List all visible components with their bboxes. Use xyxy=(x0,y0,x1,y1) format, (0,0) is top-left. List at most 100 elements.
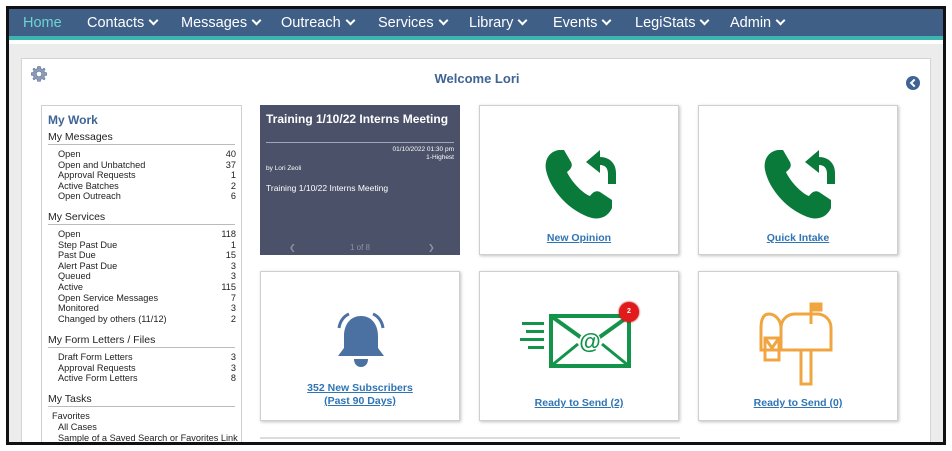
favorites-label: Favorites xyxy=(52,411,90,421)
list-item[interactable]: Active Batches 2 xyxy=(58,181,236,192)
list-item[interactable]: Changed by others (11/12) 2 xyxy=(58,314,236,325)
list-item-label: Active Form Letters xyxy=(58,373,138,384)
ready-to-send-email-link[interactable]: Ready to Send (2) xyxy=(480,397,678,409)
list-item-label: Open xyxy=(58,229,81,239)
list-item-label: Step Past Due xyxy=(58,239,118,250)
list-item[interactable]: Active Form Letters 8 xyxy=(58,373,236,384)
nav-messages[interactable]: Messages xyxy=(181,9,262,40)
chevron-down-icon xyxy=(700,15,710,26)
nav-outreach[interactable]: Outreach xyxy=(281,9,356,40)
phone-callback-icon xyxy=(764,150,835,219)
list-item-label: Alert Past Due xyxy=(58,260,118,271)
list-item-label: Approval Requests xyxy=(58,170,136,181)
list-item-count: 2 xyxy=(230,313,236,324)
list-item-count: 115 xyxy=(221,282,236,292)
new-opinion-link[interactable]: New Opinion xyxy=(480,232,678,244)
list-item[interactable]: Approval Requests 3 xyxy=(58,363,236,374)
ready-to-send-mail-tile[interactable]: Ready to Send (0) xyxy=(698,271,898,421)
list-item[interactable]: Open Outreach 6 xyxy=(58,191,236,202)
subscribers-link[interactable]: 352 New Subscribers xyxy=(261,382,459,394)
list-item-count: 118 xyxy=(221,229,236,239)
phone-callback-icon xyxy=(545,150,616,219)
list-item-label: Active Batches xyxy=(58,180,119,191)
notification-badge: 2 xyxy=(619,302,639,322)
list-item-count: 15 xyxy=(225,250,236,261)
nav-home-label: Home xyxy=(23,15,62,31)
nav-home[interactable]: Home xyxy=(23,9,62,40)
list-item-label: Open Service Messages xyxy=(58,292,159,303)
list-item-count: 1 xyxy=(230,239,236,250)
nav-legistats-label: LegiStats xyxy=(635,15,696,31)
nav-contacts-label: Contacts xyxy=(87,15,145,31)
chevron-down-icon xyxy=(601,15,612,26)
chevron-down-icon xyxy=(517,15,528,26)
nav-events[interactable]: Events xyxy=(553,9,612,40)
favorite-link[interactable]: All Cases xyxy=(58,422,97,432)
list-item[interactable]: Step Past Due 1 xyxy=(58,240,236,251)
mailbox-icon xyxy=(759,302,833,386)
list-item-label: Changed by others (11/12) xyxy=(58,313,167,324)
list-item-label: Open Outreach xyxy=(58,191,121,202)
nav-library[interactable]: Library xyxy=(469,9,528,40)
nav-outreach-label: Outreach xyxy=(281,15,341,31)
nav-legistats[interactable]: LegiStats xyxy=(635,9,710,40)
quick-intake-tile[interactable]: Quick Intake xyxy=(698,105,898,255)
list-item[interactable]: Open 118 xyxy=(58,229,236,240)
svg-text:@: @ xyxy=(579,329,600,354)
app-window: Home Contacts Messages Outreach Services… xyxy=(6,6,946,445)
list-item-count: 1 xyxy=(230,170,236,181)
list-item-label: Queued xyxy=(58,271,91,282)
my-work-panel: My Work My Messages Open 40 Open and Unba… xyxy=(41,105,242,442)
chevron-down-icon xyxy=(775,15,786,26)
list-item[interactable]: Alert Past Due 3 xyxy=(58,261,236,272)
list-item[interactable]: Approval Requests 1 xyxy=(58,170,236,181)
announcement-author: by Lori Zeoli xyxy=(266,165,302,172)
list-item[interactable]: Open and Unbatched 37 xyxy=(58,160,236,171)
list-item-count: 3 xyxy=(230,362,236,373)
list-item-count: 3 xyxy=(230,260,236,271)
content-area: Welcome Lori My Work My Messages Open 40 … xyxy=(9,44,943,442)
list-item-count: 3 xyxy=(230,352,236,362)
nav-events-label: Events xyxy=(553,15,598,31)
list-item[interactable]: Queued 3 xyxy=(58,271,236,282)
announcement-description: Training 1/10/22 Interns Meeting xyxy=(266,183,389,193)
list-item-count: 3 xyxy=(230,303,236,314)
list-item[interactable]: Monitored 3 xyxy=(58,303,236,314)
chevron-down-icon xyxy=(251,15,262,26)
nav-library-label: Library xyxy=(469,15,514,31)
nav-services[interactable]: Services xyxy=(378,9,449,40)
chevron-down-icon xyxy=(345,15,356,26)
announcement-priority: 1-Highest xyxy=(426,154,454,161)
list-item-label: Open and Unbatched xyxy=(58,159,146,170)
ready-to-send-email-tile[interactable]: @ 2 Ready to Send (2) xyxy=(479,271,679,421)
next-arrow-icon[interactable]: ❯ xyxy=(428,243,435,252)
favorite-link[interactable]: Sample of a Saved Search or Favorites Li… xyxy=(58,433,238,442)
list-item-count: 2 xyxy=(230,180,236,191)
dashboard-panel: Welcome Lori My Work My Messages Open 40 … xyxy=(21,58,931,442)
my-messages-heading: My Messages xyxy=(48,131,235,145)
list-item-count: 7 xyxy=(230,292,236,303)
list-item-label: Past Due xyxy=(58,250,96,261)
my-tasks-heading: My Tasks xyxy=(48,393,235,407)
announcement-card[interactable]: Training 1/10/22 Interns Meeting 01/10/2… xyxy=(260,105,460,255)
list-item-label: Monitored xyxy=(58,303,99,314)
nav-contacts[interactable]: Contacts xyxy=(87,9,159,40)
quick-intake-link[interactable]: Quick Intake xyxy=(699,232,897,244)
list-item[interactable]: Open Service Messages 7 xyxy=(58,293,236,304)
list-item[interactable]: Draft Form Letters 3 xyxy=(58,352,236,363)
email-at-icon: @ xyxy=(520,314,631,368)
subscribers-period[interactable]: (Past 90 Days) xyxy=(261,395,459,407)
ready-to-send-mail-link[interactable]: Ready to Send (0) xyxy=(699,397,897,409)
collapse-arrow-icon[interactable] xyxy=(906,76,920,90)
list-item-label: Open xyxy=(58,149,81,159)
my-form-letters-heading: My Form Letters / Files xyxy=(48,334,235,348)
my-work-title: My Work xyxy=(48,113,98,127)
new-opinion-tile[interactable]: New Opinion xyxy=(479,105,679,255)
list-item[interactable]: Active 115 xyxy=(58,282,236,293)
page-title: Welcome Lori xyxy=(434,71,520,86)
nav-services-label: Services xyxy=(378,15,434,31)
list-item[interactable]: Open 40 xyxy=(58,149,236,160)
nav-admin[interactable]: Admin xyxy=(730,9,786,40)
list-item[interactable]: Past Due 15 xyxy=(58,250,236,261)
subscribers-tile[interactable]: 352 New Subscribers (Past 90 Days) xyxy=(260,271,460,421)
